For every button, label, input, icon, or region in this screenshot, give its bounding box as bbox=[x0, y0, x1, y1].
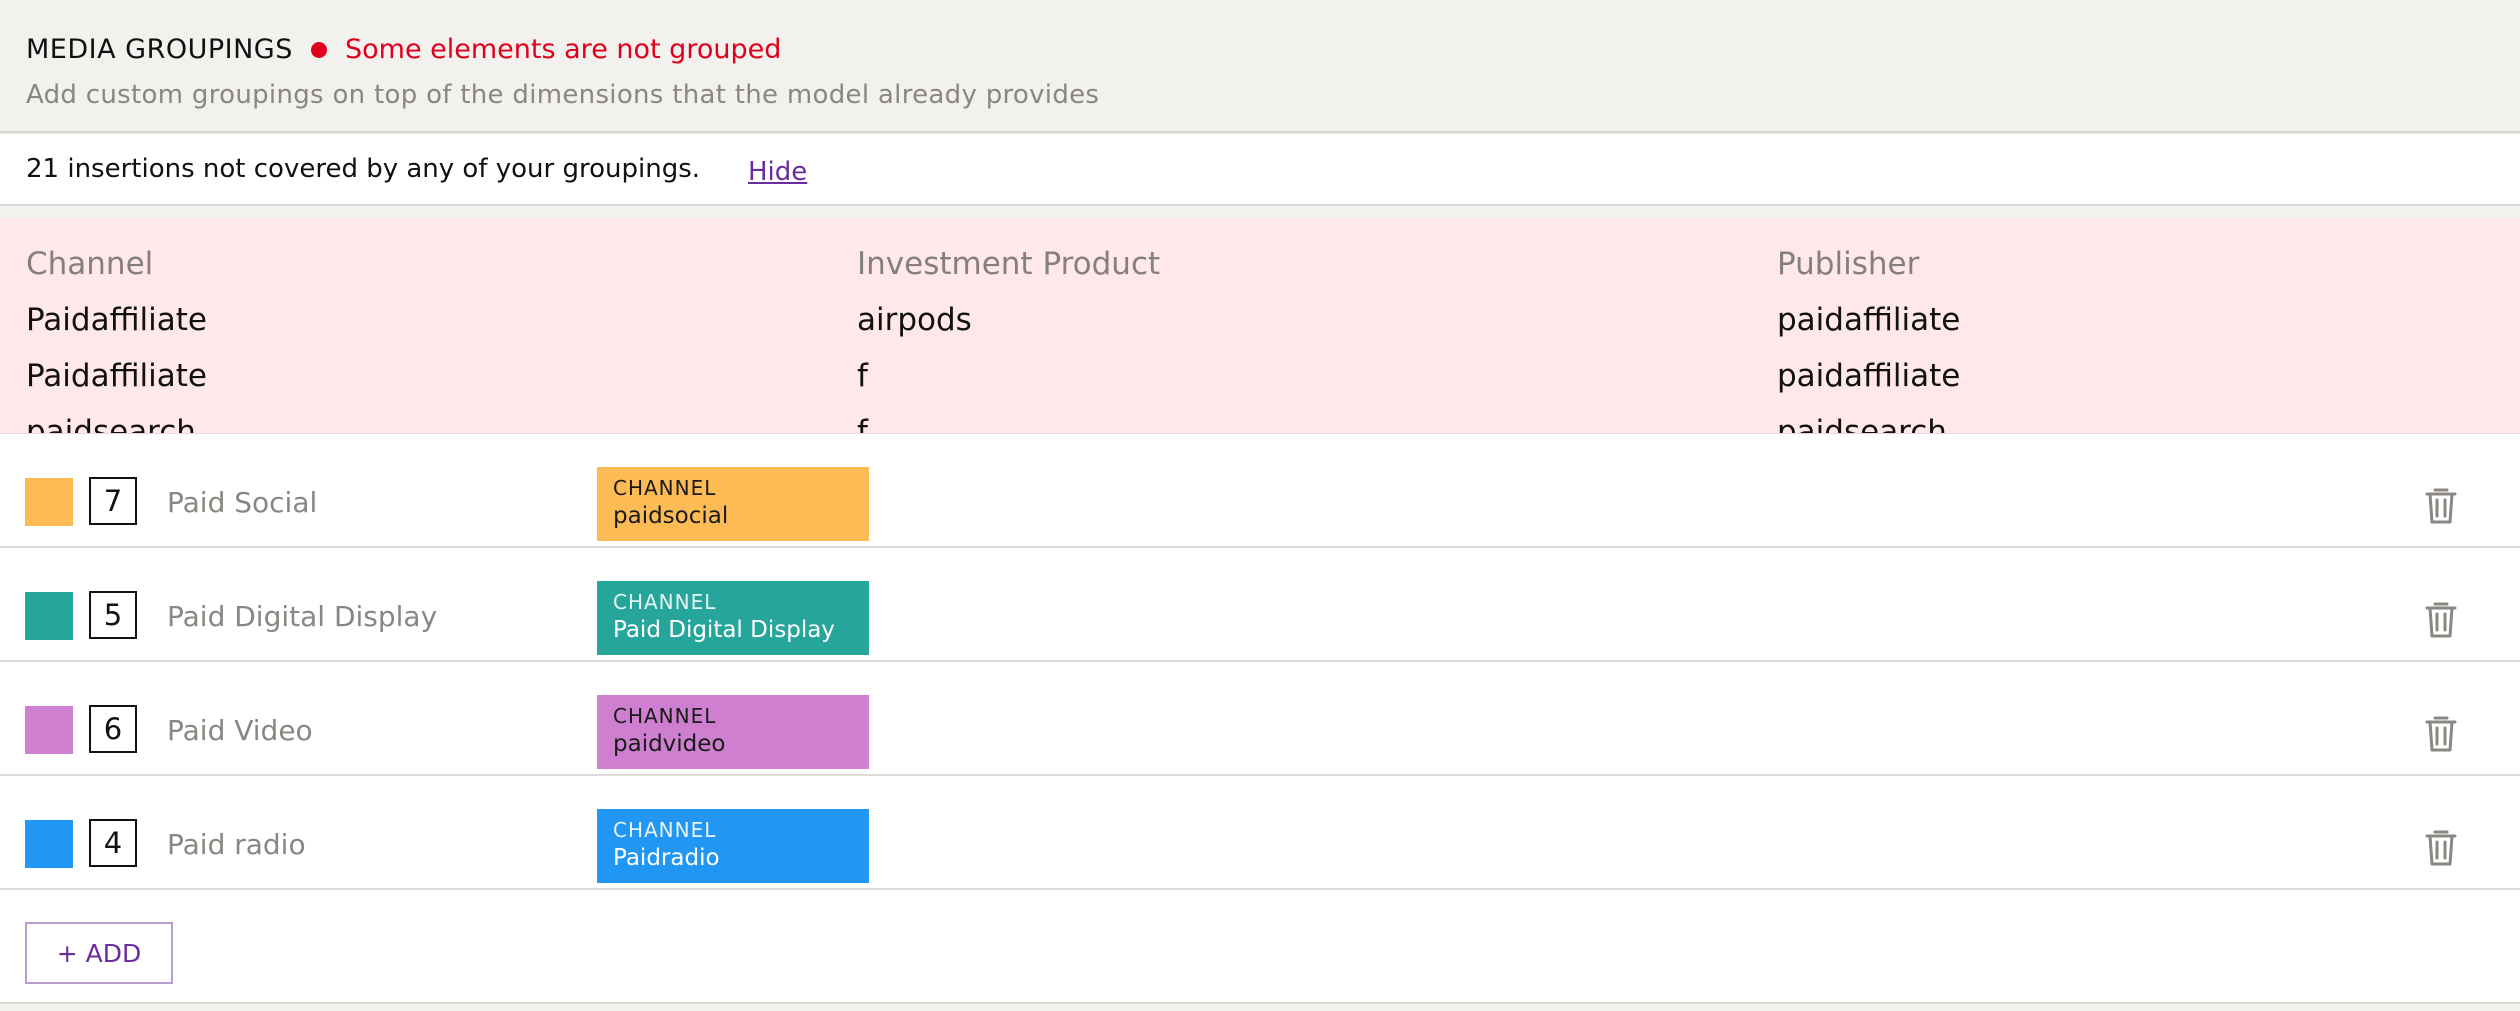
chip-dimension-value: Paidradio bbox=[613, 845, 720, 871]
groupings-list: 7 Paid Social CHANNEL paidsocial 5 Paid … bbox=[0, 434, 2520, 1002]
media-groupings-header: MEDIA GROUPINGS Some elements are not gr… bbox=[0, 0, 2520, 133]
trash-icon[interactable] bbox=[2424, 600, 2458, 640]
group-name[interactable]: Paid Digital Display bbox=[167, 600, 437, 633]
group-color-swatch[interactable] bbox=[25, 592, 73, 640]
table-cell-publisher: paidaffiliate bbox=[1777, 358, 1961, 394]
channel-filter-chip[interactable]: CHANNEL paidsocial bbox=[597, 467, 869, 541]
trash-icon[interactable] bbox=[2424, 486, 2458, 526]
uncovered-insertions-table[interactable]: Channel Investment Product Publisher Pai… bbox=[0, 218, 2520, 434]
warning-text: Some elements are not grouped bbox=[345, 34, 782, 65]
group-order-input[interactable]: 6 bbox=[89, 705, 137, 753]
group-order-input[interactable]: 7 bbox=[89, 477, 137, 525]
table-cell-channel: Paidaffiliate bbox=[26, 358, 208, 394]
table-cell-channel: Paidaffiliate bbox=[26, 302, 208, 338]
page-title: MEDIA GROUPINGS bbox=[26, 34, 293, 65]
table-cell-investment-product: airpods bbox=[857, 302, 972, 338]
group-color-swatch[interactable] bbox=[25, 820, 73, 868]
uncovered-notice: 21 insertions not covered by any of your… bbox=[0, 134, 2520, 206]
add-grouping-button[interactable]: + ADD bbox=[25, 922, 173, 984]
channel-filter-chip[interactable]: CHANNEL Paid Digital Display bbox=[597, 581, 869, 655]
channel-filter-chip[interactable]: CHANNEL paidvideo bbox=[597, 695, 869, 769]
column-header-publisher: Publisher bbox=[1777, 246, 1920, 282]
divider bbox=[0, 1002, 2520, 1004]
chip-dimension-value: paidsocial bbox=[613, 503, 729, 529]
trash-icon[interactable] bbox=[2424, 828, 2458, 868]
channel-filter-chip[interactable]: CHANNEL Paidradio bbox=[597, 809, 869, 883]
uncovered-notice-text: 21 insertions not covered by any of your… bbox=[26, 154, 701, 184]
group-order-input[interactable]: 4 bbox=[89, 819, 137, 867]
chip-dimension-label: CHANNEL bbox=[613, 590, 717, 614]
group-order-input[interactable]: 5 bbox=[89, 591, 137, 639]
grouping-row: 5 Paid Digital Display CHANNEL Paid Digi… bbox=[0, 548, 2520, 662]
ungrouped-warning: Some elements are not grouped bbox=[311, 34, 781, 65]
table-cell-publisher: paidsearch bbox=[1777, 414, 1947, 434]
grouping-row: 7 Paid Social CHANNEL paidsocial bbox=[0, 434, 2520, 548]
table-cell-channel: paidsearch bbox=[26, 414, 196, 434]
group-name[interactable]: Paid Video bbox=[167, 714, 313, 747]
group-color-swatch[interactable] bbox=[25, 478, 73, 526]
table-cell-investment-product: f bbox=[857, 414, 868, 434]
page-subtitle: Add custom groupings on top of the dimen… bbox=[26, 80, 1100, 110]
chip-dimension-value: Paid Digital Display bbox=[613, 617, 835, 643]
chip-dimension-label: CHANNEL bbox=[613, 704, 717, 728]
chip-dimension-label: CHANNEL bbox=[613, 476, 717, 500]
warning-dot-icon bbox=[311, 41, 327, 58]
table-row: Paidaffiliate f paidaffiliate bbox=[0, 358, 2520, 414]
hide-link[interactable]: Hide bbox=[748, 157, 807, 187]
column-header-channel: Channel bbox=[26, 246, 154, 282]
grouping-row: 6 Paid Video CHANNEL paidvideo bbox=[0, 662, 2520, 776]
group-name[interactable]: Paid radio bbox=[167, 828, 306, 861]
table-header: Channel Investment Product Publisher bbox=[0, 246, 2520, 302]
chip-dimension-label: CHANNEL bbox=[613, 818, 717, 842]
chip-dimension-value: paidvideo bbox=[613, 731, 726, 757]
group-name[interactable]: Paid Social bbox=[167, 486, 317, 519]
group-color-swatch[interactable] bbox=[25, 706, 73, 754]
table-cell-publisher: paidaffiliate bbox=[1777, 302, 1961, 338]
trash-icon[interactable] bbox=[2424, 714, 2458, 754]
grouping-row: 4 Paid radio CHANNEL Paidradio bbox=[0, 776, 2520, 890]
table-row: paidsearch f paidsearch bbox=[0, 414, 2520, 434]
table-row: Paidaffiliate airpods paidaffiliate bbox=[0, 302, 2520, 358]
table-cell-investment-product: f bbox=[857, 358, 868, 394]
column-header-investment-product: Investment Product bbox=[857, 246, 1161, 282]
